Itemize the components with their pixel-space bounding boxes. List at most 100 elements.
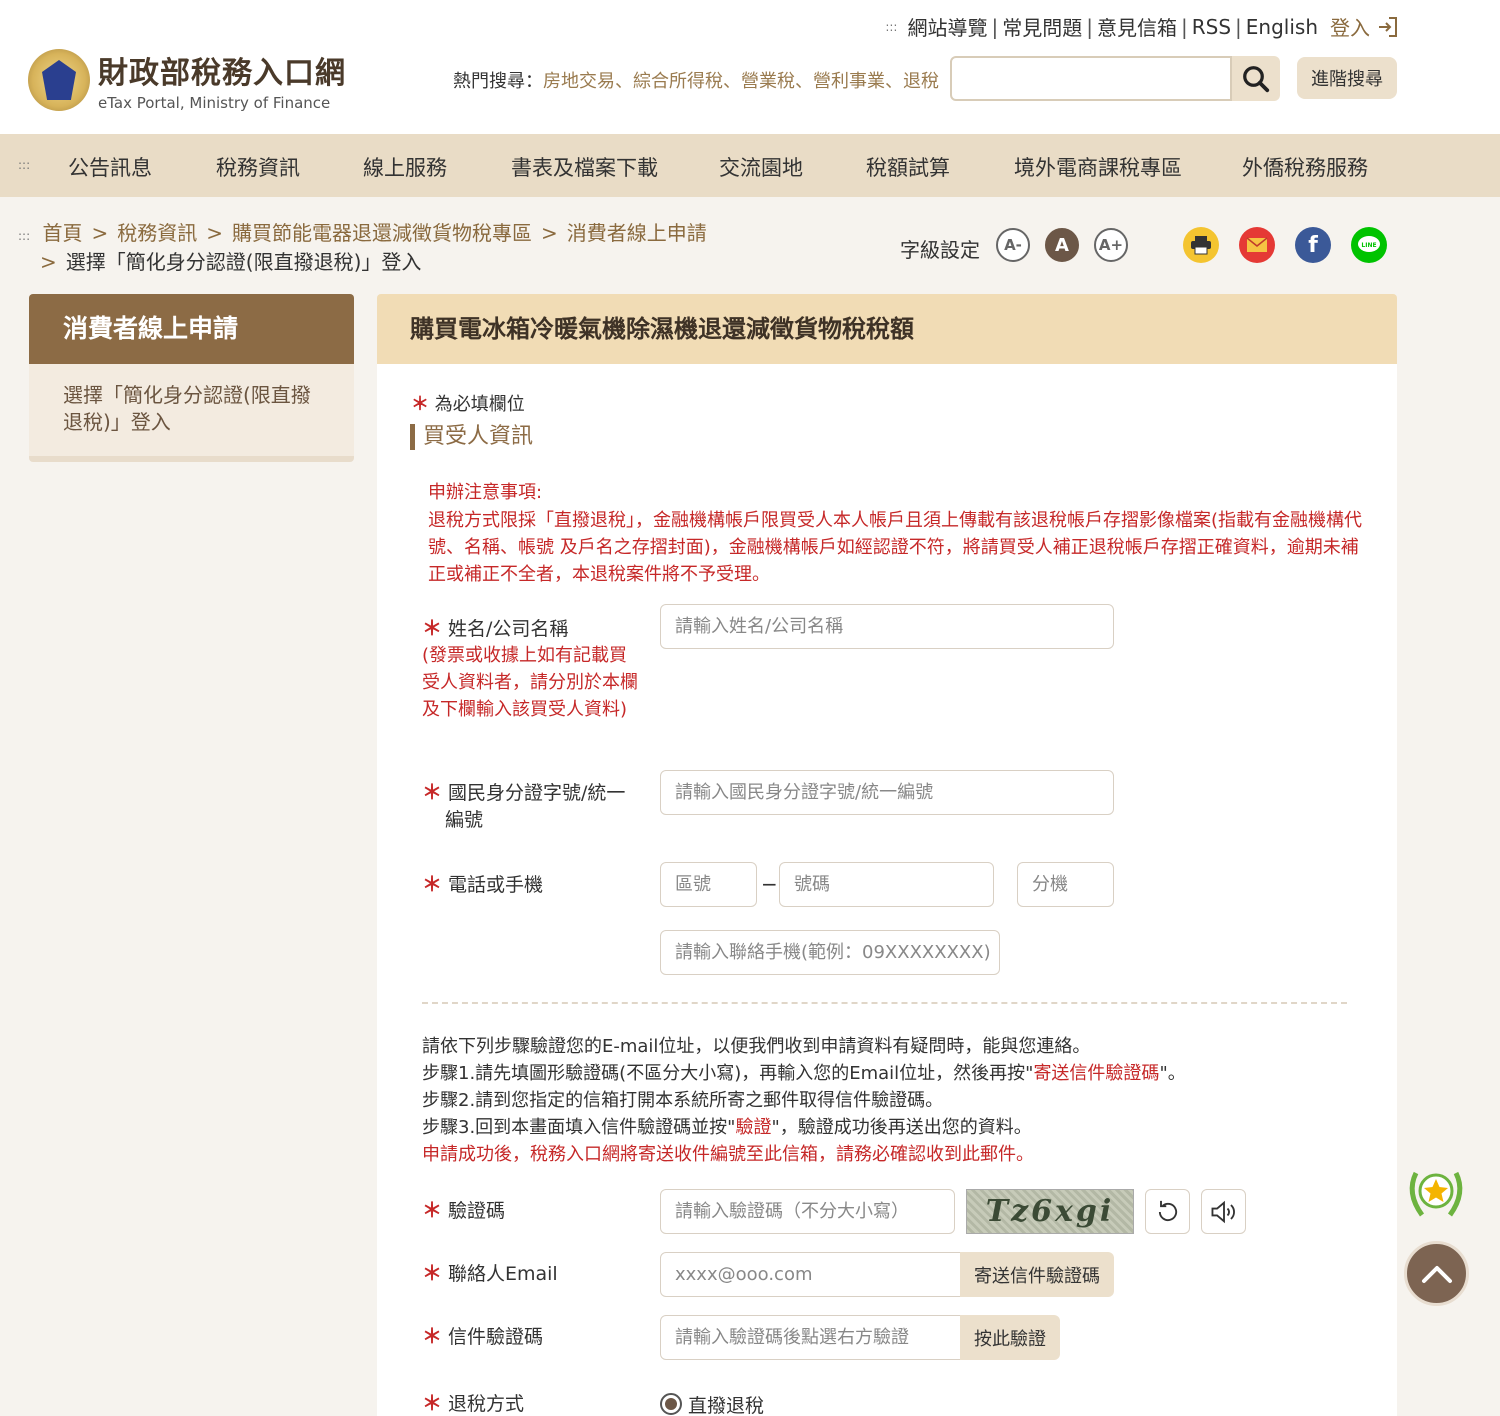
nav-item-ecommerce-tax[interactable]: 境外電商課稅專區 [1014, 152, 1182, 182]
search-button[interactable] [1232, 56, 1280, 101]
breadcrumb-consumer-apply[interactable]: 消費者線上申請 [567, 221, 707, 245]
extension-input[interactable]: 分機 [1017, 862, 1114, 907]
email-label: ＊聯絡人Email [422, 1261, 558, 1285]
sidebar-item-simplified-login[interactable]: 選擇「簡化身分認證(限直撥退稅)」登入 [29, 364, 354, 456]
nav-item-forum[interactable]: 交流園地 [719, 152, 803, 182]
back-to-top-button[interactable] [1404, 1241, 1469, 1306]
hot-keyword[interactable]: 營利事業 [813, 71, 885, 92]
link-faq[interactable]: 常見問題 [1002, 12, 1082, 41]
sidebar-footer [29, 456, 354, 462]
mail-code-input[interactable]: 請輸入驗證碼後點選右方驗證 [660, 1315, 962, 1360]
main-nav: ::: 公告訊息 稅務資訊 線上服務 書表及檔案下載 交流園地 稅額試算 境外電… [0, 134, 1500, 197]
divider [422, 1002, 1347, 1004]
separator: | [991, 14, 999, 39]
search-input[interactable] [950, 56, 1232, 101]
font-large-button[interactable]: A+ [1094, 228, 1128, 262]
captcha-label: ＊驗證碼 [422, 1198, 506, 1222]
area-code-input[interactable]: 區號 [660, 862, 757, 907]
nav-item-downloads[interactable]: 書表及檔案下載 [511, 152, 658, 182]
mobile-input[interactable]: 請輸入聯絡手機(範例：09XXXXXXXX) [660, 930, 1000, 975]
login-link[interactable]: 登入 [1330, 12, 1400, 41]
svg-text:LINE: LINE [1361, 242, 1376, 249]
accesskey-dots: ::: [18, 229, 31, 243]
nav-item-online-services[interactable]: 線上服務 [363, 152, 447, 182]
ministry-seal-icon [28, 49, 90, 111]
email-input[interactable]: xxxx@ooo.com [660, 1252, 962, 1297]
hot-search-label: 熱門搜尋： [453, 71, 543, 92]
link-english[interactable]: English [1246, 15, 1318, 39]
nav-item-tax-info[interactable]: 稅務資訊 [216, 152, 300, 182]
step-2: 步驟2.請到您指定的信箱打開本系統所寄之郵件取得信件驗證碼。 [422, 1090, 944, 1111]
hot-keyword[interactable]: 房地交易 [543, 71, 615, 92]
id-label: ＊國民身分證字號/統一編號 [422, 780, 626, 831]
id-input[interactable]: 請輸入國民身分證字號/統一編號 [660, 770, 1114, 815]
required-star: ＊ [411, 394, 429, 415]
steps-intro: 請依下列步驟驗證您的E-mail位址，以便我們收到申請資料有疑問時，能與您連絡。 [422, 1036, 1091, 1057]
verify-button[interactable]: 按此驗證 [960, 1315, 1060, 1360]
hot-keyword[interactable]: 營業稅 [741, 71, 795, 92]
page-title: 購買電冰箱冷暖氣機除濕機退還減徵貨物稅稅額 [377, 294, 1397, 364]
name-input[interactable]: 請輸入姓名/公司名稱 [660, 604, 1114, 649]
logo-title: 財政部稅務入口網 [98, 56, 346, 91]
email-share-icon[interactable] [1239, 227, 1275, 263]
chevron-up-icon [1421, 1265, 1452, 1283]
font-medium-button[interactable]: A [1045, 228, 1079, 262]
login-label: 登入 [1330, 16, 1370, 40]
font-small-button[interactable]: A- [996, 228, 1030, 262]
accessibility-badge-icon[interactable] [1402, 1163, 1470, 1223]
top-links: ::: 網站導覽 | 常見問題 | 意見信箱 | RSS | English 登… [885, 12, 1400, 41]
link-sitemap[interactable]: 網站導覽 [907, 12, 987, 41]
refresh-icon [1158, 1200, 1177, 1221]
advanced-search-button[interactable]: 進階搜尋 [1297, 57, 1397, 99]
separator: | [1086, 14, 1093, 39]
steps-warning: 申請成功後，稅務入口網將寄送收件編號至此信箱，請務必確認收到此郵件。 [422, 1144, 1034, 1165]
phone-dash: − [761, 872, 778, 896]
breadcrumb-appliance-zone[interactable]: 購買節能電器退還減徵貨物稅專區 [232, 221, 532, 245]
nav-item-announcements[interactable]: 公告訊息 [68, 152, 152, 182]
notice-title: 申辦注意事項: [428, 482, 543, 503]
sidebar-title: 消費者線上申請 [29, 294, 354, 364]
font-size-label: 字級設定 [900, 238, 980, 262]
captcha-image: Tz6xgi [966, 1189, 1134, 1234]
mail-code-label: ＊信件驗證碼 [422, 1324, 544, 1348]
captcha-input[interactable]: 請輸入驗證碼（不分大小寫） [660, 1189, 955, 1234]
phone-number-input[interactable]: 號碼 [779, 862, 994, 907]
name-hint: (發票或收據上如有記載買受人資料者，請分別於本欄及下欄輸入該買受人資料) [422, 645, 638, 720]
breadcrumb-home[interactable]: 首頁 [43, 221, 83, 245]
separator: | [1235, 14, 1242, 39]
refund-direct-radio[interactable] [660, 1393, 682, 1415]
logo-subtitle: eTax Portal, Ministry of Finance [98, 94, 331, 112]
breadcrumb-current: 選擇「簡化身分認證(限直撥退稅)」登入 [65, 250, 422, 274]
breadcrumb: ::: 首頁 > 稅務資訊 > 購買節能電器退還減徵貨物稅專區 > 消費者線上申請 > 選擇「… [18, 221, 707, 274]
site-logo[interactable]: 財政部稅務入口網 eTax Portal, Ministry of Financ… [28, 48, 346, 112]
facebook-icon[interactable]: f [1295, 227, 1331, 263]
separator: | [1180, 14, 1188, 39]
step-1: 步驟1.請先填圖形驗證碼(不區分大小寫)，再輸入您的Email位址，然後再按"寄… [422, 1063, 1186, 1084]
refund-direct-label: 直撥退稅 [688, 1395, 765, 1416]
nav-item-foreigner-tax[interactable]: 外僑稅務服務 [1242, 152, 1368, 182]
speaker-icon [1211, 1200, 1235, 1223]
required-note: ＊ 為必填欄位 [411, 394, 525, 415]
accesskey-dots: ::: [18, 158, 31, 172]
section-title: 買受人資訊 [410, 424, 533, 450]
hot-keyword[interactable]: 退稅 [903, 71, 939, 92]
print-icon[interactable] [1183, 227, 1219, 263]
refresh-captcha-button[interactable] [1145, 1189, 1190, 1234]
audio-captcha-button[interactable] [1201, 1189, 1246, 1234]
breadcrumb-tax-info[interactable]: 稅務資訊 [117, 221, 197, 245]
search-icon [1243, 65, 1270, 92]
phone-label: ＊電話或手機 [422, 872, 544, 896]
name-label: ＊姓名/公司名稱 [422, 616, 569, 640]
nav-item-tax-calculator[interactable]: 稅額試算 [866, 152, 950, 182]
login-icon [1379, 16, 1397, 37]
line-icon[interactable]: LINE [1351, 227, 1387, 263]
step-3: 步驟3.回到本畫面填入信件驗證碼並按"驗證"，驗證成功後再送出您的資料。 [422, 1117, 1032, 1138]
send-code-button[interactable]: 寄送信件驗證碼 [960, 1252, 1114, 1297]
link-rss[interactable]: RSS [1192, 15, 1231, 39]
hot-keyword[interactable]: 綜合所得稅 [633, 71, 723, 92]
link-feedback[interactable]: 意見信箱 [1097, 12, 1177, 41]
refund-label: ＊退稅方式 [422, 1391, 525, 1415]
email-steps: 請依下列步驟驗證您的E-mail位址，以便我們收到申請資料有疑問時，能與您連絡。… [422, 1033, 1352, 1168]
notice-body: 退稅方式限採「直撥退稅」，金融機構帳戶限買受人本人帳戶且須上傳載有該退稅帳戶存摺… [428, 510, 1363, 585]
hot-search: 熱門搜尋：房地交易、綜合所得稅、營業稅、營利事業、退稅 [453, 71, 939, 92]
